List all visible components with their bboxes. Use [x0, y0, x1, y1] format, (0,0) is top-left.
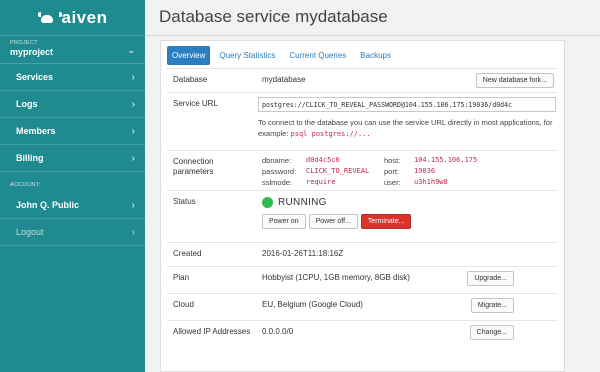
- dbname-value: d0d4c5c6: [306, 156, 340, 164]
- project-label: PROJECT: [10, 40, 38, 46]
- sidebar-item-label: Billing: [16, 153, 44, 163]
- created-value: 2016-01-26T11:18:16Z: [262, 249, 344, 258]
- status-label: Status: [173, 197, 196, 206]
- sidebar-item-billing[interactable]: Billing ›: [0, 145, 145, 172]
- service-panel: Overview Query Statistics Current Querie…: [160, 40, 565, 372]
- plan-row: Plan Hobbyist (1CPU, 1GB memory, 8GB dis…: [167, 267, 558, 294]
- user-value: u3h1h9w8: [414, 178, 448, 186]
- cloud-label: Cloud: [173, 300, 194, 309]
- dbname-key: dbname:: [262, 156, 292, 165]
- tab-bar: Overview Query Statistics Current Querie…: [167, 45, 558, 69]
- host-value: 104.155.106.175: [414, 156, 478, 164]
- upgrade-button[interactable]: Upgrade...: [467, 271, 514, 286]
- allowed-ip-row: Allowed IP Addresses 0.0.0.0/0 Change...: [167, 321, 558, 348]
- allowed-ip-label: Allowed IP Addresses: [173, 327, 251, 336]
- chevron-right-icon: ›: [131, 199, 135, 211]
- migrate-button[interactable]: Migrate...: [470, 298, 514, 313]
- password-value[interactable]: CLICK_TO_REVEAL: [306, 167, 384, 176]
- tab-query-statistics[interactable]: Query Statistics: [214, 46, 280, 65]
- connection-params-label: Connection parameters: [167, 151, 262, 190]
- sidebar-item-logout[interactable]: Logout ›: [0, 219, 145, 246]
- chevron-right-icon: ›: [131, 71, 135, 83]
- logo[interactable]: aiven: [0, 0, 145, 36]
- database-label: Database: [173, 75, 208, 84]
- port-key: port:: [384, 167, 400, 176]
- terminate-button[interactable]: Terminate...: [360, 214, 412, 229]
- sslmode-key: sslmode:: [262, 178, 293, 187]
- chevron-right-icon: ›: [131, 152, 135, 164]
- sidebar-item-label: Members: [16, 126, 56, 136]
- service-url-content: postgres://CLICK_TO_REVEAL_PASSWORD@104.…: [258, 93, 558, 150]
- sidebar-item-members[interactable]: Members ›: [0, 118, 145, 145]
- user-key: user:: [384, 178, 401, 187]
- chevron-right-icon: ›: [131, 125, 135, 137]
- sslmode-value: require: [306, 178, 336, 186]
- cloud-row: Cloud EU, Belgium (Google Cloud) Migrate…: [167, 294, 558, 321]
- port-value: 19036: [414, 167, 436, 175]
- service-url-row: Service URL postgres://CLICK_TO_REVEAL_P…: [167, 93, 558, 151]
- sidebar-item-account[interactable]: John Q. Public ›: [0, 192, 145, 219]
- created-row: Created 2016-01-26T11:18:16Z: [167, 243, 558, 267]
- tab-backups[interactable]: Backups: [355, 46, 396, 65]
- database-row: Database mydatabase New database fork...: [167, 69, 558, 93]
- password-key: password:: [262, 167, 297, 176]
- plan-label: Plan: [173, 273, 190, 282]
- logo-text: aiven: [61, 7, 108, 27]
- status-row: Status RUNNING Power on Power off... Ter…: [167, 191, 558, 243]
- created-label: Created: [173, 249, 202, 258]
- sidebar-item-label: Services: [16, 72, 54, 82]
- tab-overview[interactable]: Overview: [167, 45, 211, 65]
- chevron-right-icon: ›: [131, 226, 135, 238]
- chevron-down-icon: ⌄: [127, 45, 135, 55]
- tab-current-queries[interactable]: Current Queries: [284, 46, 351, 65]
- change-ip-button[interactable]: Change...: [469, 325, 514, 340]
- power-on-button[interactable]: Power on: [262, 214, 306, 229]
- project-name: myproject: [10, 47, 54, 57]
- new-database-fork-button[interactable]: New database fork...: [475, 73, 554, 88]
- connection-label-line2: parameters: [173, 167, 214, 176]
- account-name: John Q. Public: [16, 200, 80, 210]
- sidebar-item-logs[interactable]: Logs ›: [0, 91, 145, 118]
- sidebar-item-services[interactable]: Services ›: [0, 64, 145, 91]
- connection-params: dbname: d0d4c5c6 host: 104.155.106.175 p…: [262, 151, 558, 190]
- status-content: RUNNING Power on Power off... Terminate.…: [262, 191, 558, 242]
- sidebar-item-label: Logs: [16, 99, 38, 109]
- psql-example: psql postgres://...: [290, 130, 371, 138]
- status-value: RUNNING: [278, 197, 327, 208]
- page-header: Database service mydatabase: [145, 0, 600, 36]
- service-url-hint: To connect to the database you can use t…: [258, 117, 558, 140]
- connection-label-line1: Connection: [173, 157, 214, 166]
- connection-params-row: Connection parameters dbname: d0d4c5c6 h…: [167, 151, 558, 191]
- status-indicator-icon: [262, 197, 273, 208]
- logout-label: Logout: [16, 227, 44, 237]
- host-key: host:: [384, 156, 401, 165]
- account-label: ACCOUNT:: [10, 182, 41, 188]
- page-title: Database service mydatabase: [159, 7, 388, 26]
- service-url-label: Service URL: [173, 99, 218, 108]
- sidebar: aiven PROJECT myproject ⌄ Services › Log…: [0, 0, 145, 372]
- crab-logo-icon: [37, 11, 62, 24]
- project-selector[interactable]: PROJECT myproject ⌄: [0, 36, 145, 64]
- power-off-button[interactable]: Power off...: [308, 214, 358, 229]
- service-url-field[interactable]: postgres://CLICK_TO_REVEAL_PASSWORD@104.…: [258, 97, 556, 112]
- chevron-right-icon: ›: [131, 98, 135, 110]
